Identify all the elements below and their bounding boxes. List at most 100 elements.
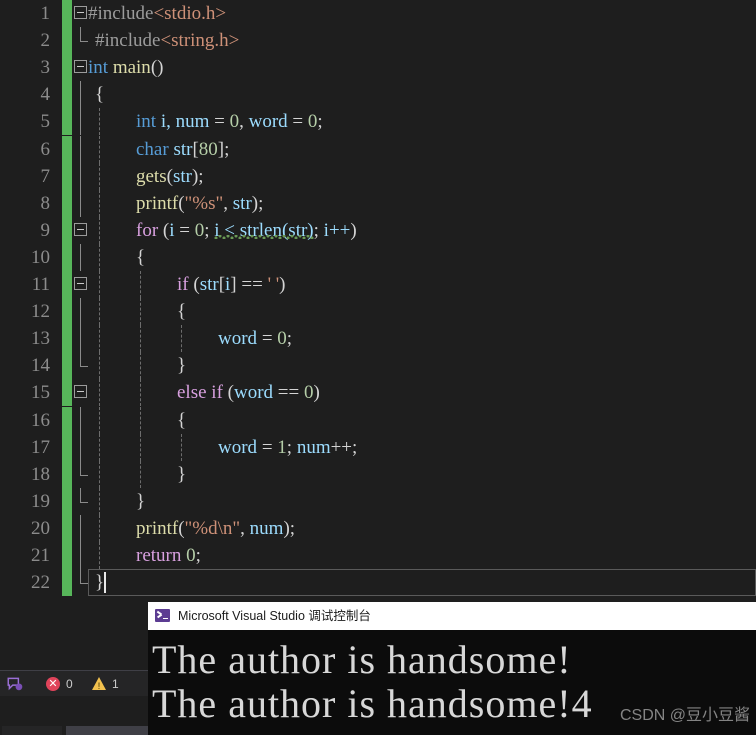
change-bar [62,487,72,515]
fold-collapse-icon[interactable] [74,222,87,236]
token-control-keyword: if [177,274,189,295]
current-line-highlight [88,569,756,597]
fold-column [73,542,89,570]
indent-guide [140,433,141,461]
fold-guide [80,433,81,461]
token-operator: = [209,111,230,133]
code-text: #include<stdio.h> [88,0,226,27]
fold-collapse-icon[interactable] [74,277,87,290]
code-line[interactable]: 16 { [0,406,756,434]
console-output-area[interactable]: The author is handsome! The author is ha… [148,630,756,735]
token-function: main [112,57,151,79]
code-line[interactable]: 12 { [0,298,756,326]
token-keyword: char [136,138,169,160]
tab-error-list[interactable] [2,726,62,735]
code-text: printf("%s", str); [136,190,263,217]
console-title-bar[interactable]: Microsoft Visual Studio 调试控制台 [148,602,756,630]
line-number: 22 [31,572,50,594]
token-identifier: num [296,436,331,458]
token-identifier: num [175,111,210,133]
code-line[interactable]: 19 } [0,487,756,515]
line-number: 19 [31,490,50,512]
error-list-status-bar[interactable]: ✕ 0 ! 1 [0,670,148,697]
error-circle-icon: ✕ [46,677,60,691]
code-line[interactable]: 9 for (i = 0; i < strlen(str); i++) [0,216,756,244]
token-punct: ; [204,219,215,241]
fold-column[interactable] [73,0,89,27]
code-editor[interactable]: 1 #include<stdio.h> 2 #include<string.h>… [0,0,756,598]
code-text: for (i = 0; i < strlen(str); i++) [136,217,357,244]
code-text: { [136,244,145,271]
change-bar [62,298,72,326]
token-function: printf [136,517,179,539]
code-line[interactable]: 5 int i, num = 0, word = 0; [0,108,756,136]
token-operator: = [287,111,308,133]
indent-guide [99,298,100,326]
fold-column[interactable] [73,27,89,54]
code-line[interactable]: 6 char str[80]; [0,135,756,163]
code-line[interactable]: 10 { [0,243,756,271]
change-bar [62,271,72,299]
fold-column[interactable] [73,217,89,244]
code-line[interactable]: 3 int main() [0,54,756,82]
warning-triangle-icon: ! [92,677,106,691]
indent-guide [99,487,100,515]
code-text: { [177,407,186,434]
tool-window-tabs[interactable] [0,726,148,735]
indent-guide [140,352,141,380]
fold-guide [80,108,81,136]
fold-collapse-icon[interactable] [74,6,87,19]
code-line-current[interactable]: 22 } [0,569,756,597]
line-number: 18 [31,463,50,485]
code-text: if (str[i] == ' ') [177,271,286,298]
code-line[interactable]: 11 if (str[i] == ' ') [0,271,756,299]
code-line[interactable]: 8 printf("%s", str); [0,189,756,217]
code-line[interactable]: 4 { [0,81,756,109]
token-punct: ) [350,219,357,241]
debug-console-window[interactable]: Microsoft Visual Studio 调试控制台 The author… [148,602,756,735]
token-brace: } [136,490,146,512]
console-title: Microsoft Visual Studio 调试控制台 [178,609,371,623]
token-brace: { [136,246,146,268]
code-line[interactable]: 2 #include<string.h> [0,27,756,55]
change-bar [62,460,72,488]
code-line[interactable]: 17 word = 1; num++; [0,433,756,461]
code-text: word = 0; [218,325,292,352]
token-punct: , [240,517,250,539]
indent-guide [99,271,100,299]
fold-collapse-icon[interactable] [74,385,87,399]
token-operator: == [236,274,268,295]
code-text: } [177,461,186,488]
fold-column [73,325,89,353]
code-line[interactable]: 21 return 0; [0,542,756,570]
visual-studio-window: 1 #include<stdio.h> 2 #include<string.h>… [0,0,756,735]
feedback-icon[interactable] [6,675,24,693]
fold-column[interactable] [73,271,89,298]
token-operator: == [273,382,304,404]
code-text: } [136,488,145,515]
token-identifier: word [233,382,274,404]
code-text: } [177,352,186,379]
code-line[interactable]: 15 else if (word == 0) [0,379,756,407]
token-punct: ; [352,436,358,458]
code-line[interactable]: 7 gets(str); [0,162,756,190]
fold-column[interactable] [73,379,89,406]
code-line[interactable]: 1 #include<stdio.h> [0,0,756,28]
token-punct: ); [283,517,296,539]
token-identifier: str [172,165,192,187]
fold-guide [80,135,81,163]
fold-column [73,243,89,271]
change-bar [62,325,72,353]
fold-column [73,108,89,136]
fold-guide [80,406,81,434]
fold-collapse-icon[interactable] [74,60,87,74]
code-line[interactable]: 20 printf("%d\n", num); [0,514,756,542]
indent-guide [99,542,100,570]
code-line[interactable]: 13 word = 0; [0,325,756,353]
code-line[interactable]: 18 } [0,460,756,488]
fold-column[interactable] [73,54,89,81]
tab-output[interactable] [66,726,148,735]
token-punct: ); [191,165,204,187]
warning-count: 1 [112,677,119,691]
code-line[interactable]: 14 } [0,352,756,380]
